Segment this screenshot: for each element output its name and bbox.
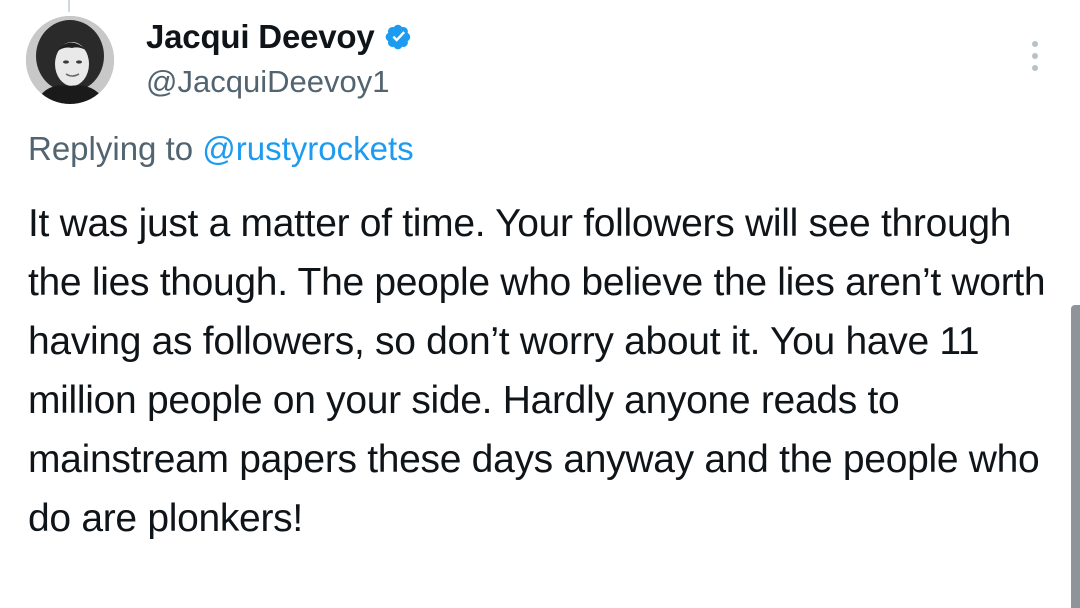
more-dot — [1032, 41, 1038, 47]
scrollbar-thumb[interactable] — [1071, 305, 1080, 608]
more-options-icon[interactable] — [1020, 36, 1050, 76]
replying-to-handle-link[interactable]: @rustyrockets — [202, 130, 413, 167]
more-dot — [1032, 53, 1038, 59]
replying-to-prefix: Replying to — [28, 130, 194, 167]
verified-badge-icon[interactable] — [383, 21, 415, 53]
tweet-author: Jacqui Deevoy @JacquiDeevoy1 — [146, 14, 946, 100]
profile-photo-icon — [26, 16, 114, 104]
author-display-name[interactable]: Jacqui Deevoy — [146, 18, 375, 56]
more-dot — [1032, 65, 1038, 71]
thread-connector-line — [68, 0, 70, 12]
avatar[interactable] — [26, 16, 114, 104]
replying-to-line: Replying to @rustyrockets — [28, 130, 414, 168]
author-handle[interactable]: @JacquiDeevoy1 — [146, 64, 946, 100]
tweet-body-text: It was just a matter of time. Your follo… — [28, 202, 1046, 540]
author-name-row: Jacqui Deevoy — [146, 14, 946, 60]
